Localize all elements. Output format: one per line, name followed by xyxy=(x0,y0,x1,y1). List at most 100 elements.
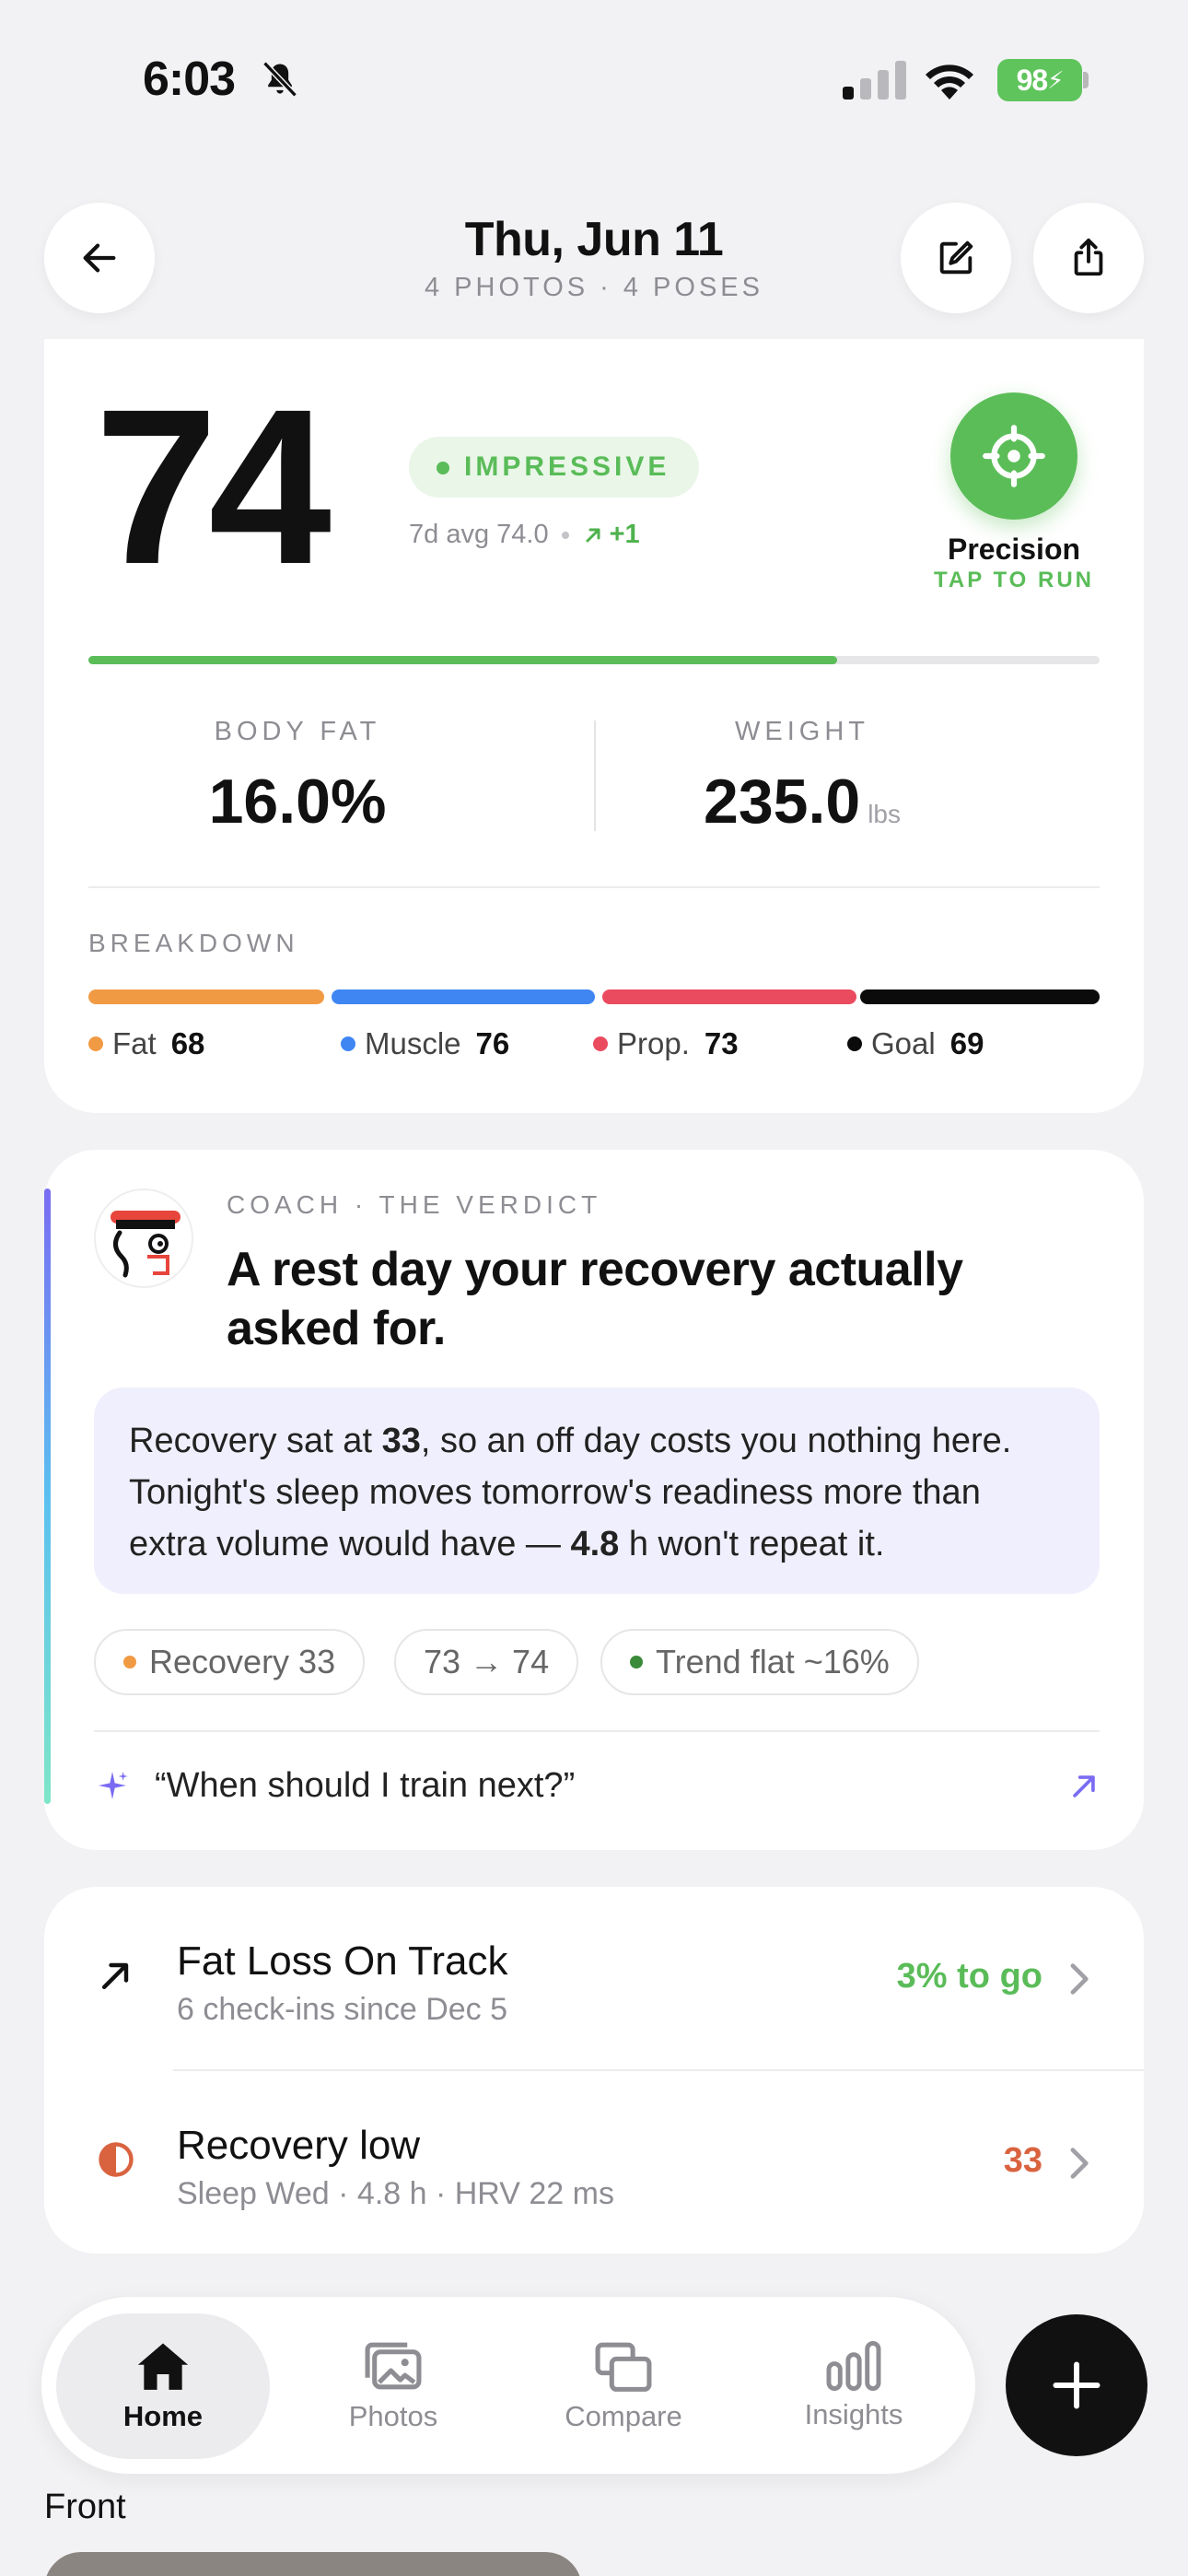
breakdown-bar-fat xyxy=(88,989,324,1004)
legend-dot xyxy=(88,1036,103,1051)
legend-dot xyxy=(593,1036,608,1051)
page-subtitle: 4 PHOTOS · 4 POSES xyxy=(424,273,763,302)
front-photo-thumbnail[interactable] xyxy=(44,2552,582,2576)
plus-icon xyxy=(1053,2361,1101,2409)
legend-value: 69 xyxy=(949,1026,984,1060)
legend-dot xyxy=(847,1036,862,1051)
tab-home[interactable]: Home xyxy=(56,2313,270,2459)
insight-row-recovery[interactable]: Recovery low Sleep Wed · 4.8 h · HRV 22 … xyxy=(44,2071,1144,2244)
breakdown-bar-muscle xyxy=(332,989,595,1004)
signal-icon xyxy=(843,61,906,100)
status-bar: 6:03 98 ⚡ xyxy=(0,0,1188,157)
add-button[interactable] xyxy=(1006,2314,1147,2456)
insight-subtitle: 6 check-ins since Dec 5 xyxy=(177,1992,508,2027)
tab-label: Photos xyxy=(348,2400,438,2432)
insight-row-fat-loss[interactable]: Fat Loss On Track 6 check-ins since Dec … xyxy=(44,1887,1144,2060)
weight-label: WEIGHT xyxy=(735,717,869,746)
body-fat-value: 16.0% xyxy=(208,767,387,837)
tab-insights[interactable]: Insights xyxy=(747,2313,961,2459)
coach-avatar xyxy=(94,1188,193,1288)
coach-card: COACH · THE VERDICT A rest day your reco… xyxy=(44,1150,1144,1850)
chip-dot xyxy=(630,1656,643,1669)
share-button[interactable] xyxy=(1033,203,1144,313)
legend-value: 76 xyxy=(475,1026,510,1060)
accent-bar xyxy=(44,1188,51,1804)
chip-label: Trend flat ~16% xyxy=(656,1643,890,1680)
legend-fat: Fat 68 xyxy=(88,1026,204,1061)
divider xyxy=(88,886,1100,888)
insight-title: Fat Loss On Track xyxy=(177,1938,508,1984)
edit-button[interactable] xyxy=(901,203,1011,313)
sparkle-icon xyxy=(99,1772,128,1799)
weight-value: 235.0 xyxy=(704,767,861,837)
tab-photos[interactable]: Photos xyxy=(286,2313,500,2459)
insights-card: Fat Loss On Track 6 check-ins since Dec … xyxy=(44,1887,1144,2254)
arrow-up-right-icon xyxy=(1073,1775,1095,1797)
battery-cap xyxy=(1083,72,1089,88)
tab-label: Compare xyxy=(565,2400,682,2432)
trend-arrow-icon xyxy=(101,1962,129,1990)
breakdown-bar-proportion xyxy=(602,989,856,1004)
coach-mascot-icon xyxy=(111,1211,181,1278)
insight-title: Recovery low xyxy=(177,2123,421,2168)
score-card: 74 IMPRESSIVE 7d avg 74.0 +1 Precision T… xyxy=(44,339,1144,1113)
legend-dot xyxy=(341,1036,355,1051)
score-delta-value: +1 xyxy=(609,520,640,549)
coach-eyebrow: COACH · THE VERDICT xyxy=(227,1190,602,1219)
chip-label: 73 → 74 xyxy=(424,1643,550,1680)
coach-message-text: h won't repeat it. xyxy=(619,1525,885,1563)
battery-indicator: 98 ⚡ xyxy=(997,59,1082,101)
legend-label: Fat xyxy=(112,1026,157,1060)
average-text: 7d avg 74.0 xyxy=(409,520,549,549)
legend-label: Muscle xyxy=(365,1026,461,1060)
breakdown-bar-goal xyxy=(860,989,1100,1004)
body-fat-label: BODY FAT xyxy=(214,717,381,746)
tab-compare[interactable]: Compare xyxy=(517,2313,730,2459)
precision-action[interactable]: TAP TO RUN xyxy=(910,568,1118,593)
insight-subtitle: Sleep Wed · 4.8 h · HRV 22 ms xyxy=(177,2176,614,2211)
half-circle-icon xyxy=(99,2142,134,2177)
legend-label: Goal xyxy=(871,1026,936,1060)
bell-off-icon xyxy=(262,61,297,98)
ask-prompt-text: “When should I train next?” xyxy=(155,1765,576,1805)
tab-label: Insights xyxy=(804,2398,903,2430)
score-delta: +1 xyxy=(582,520,640,550)
photos-icon xyxy=(365,2342,422,2390)
coach-headline: A rest day your recovery actually asked … xyxy=(227,1243,963,1355)
average-row: 7d avg 74.0 +1 xyxy=(409,520,640,550)
chip-label: Recovery 33 xyxy=(149,1643,336,1680)
share-icon xyxy=(1074,238,1103,276)
wifi-icon xyxy=(926,64,973,100)
score-progress-fill xyxy=(88,656,837,664)
score-value: 74 xyxy=(95,363,332,610)
legend-value: 73 xyxy=(704,1026,739,1060)
coach-message-highlight: 4.8 xyxy=(570,1525,620,1563)
precision-button[interactable] xyxy=(950,392,1077,520)
divider xyxy=(94,1730,1100,1732)
breakdown-label: BREAKDOWN xyxy=(88,929,299,957)
separator-dot xyxy=(561,531,569,539)
chip-dot xyxy=(123,1656,136,1669)
score-progress xyxy=(88,656,1100,664)
body-fat-stat: BODY FAT 16.0% xyxy=(44,717,551,837)
precision-label[interactable]: Precision xyxy=(910,533,1118,567)
weight-unit: lbs xyxy=(868,800,901,828)
chip-recovery[interactable]: Recovery 33 xyxy=(94,1629,366,1695)
legend-label: Prop. xyxy=(617,1026,690,1060)
ask-coach-prompt[interactable]: “When should I train next?” xyxy=(94,1739,1100,1832)
weight-stat: WEIGHT 235.0 lbs xyxy=(549,717,1055,837)
coach-message-highlight: 33 xyxy=(381,1422,421,1460)
chip-trend[interactable]: Trend flat ~16% xyxy=(600,1629,919,1695)
legend-muscle: Muscle 76 xyxy=(341,1026,509,1061)
legend-value: 68 xyxy=(170,1026,205,1060)
chip-score-change[interactable]: 73 → 74 xyxy=(394,1629,579,1695)
compare-icon xyxy=(595,2342,652,2392)
edit-icon xyxy=(939,240,973,275)
status-time: 6:03 xyxy=(143,53,236,106)
insights-icon xyxy=(826,2341,881,2391)
legend-goal: Goal 69 xyxy=(847,1026,984,1061)
crosshair-icon xyxy=(983,425,1045,487)
arrow-up-right-icon xyxy=(586,528,600,542)
insight-value: 33 xyxy=(1003,2141,1042,2180)
weight-value-row: 235.0 lbs xyxy=(549,766,1055,837)
